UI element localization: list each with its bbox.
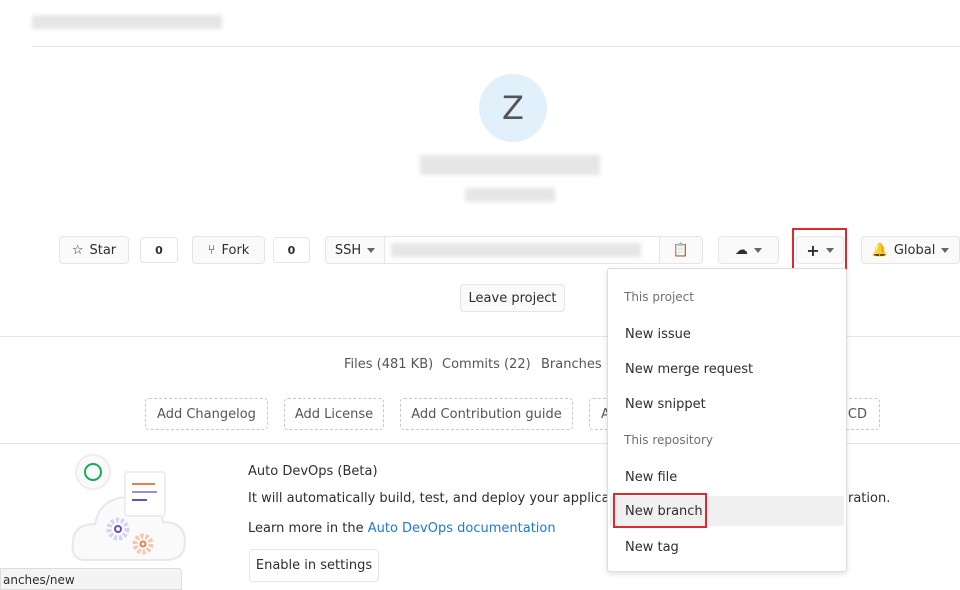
add-changelog-button[interactable]: Add Changelog bbox=[145, 398, 268, 430]
branches-link[interactable]: Branches ( bbox=[541, 357, 611, 372]
menu-item-new-issue[interactable]: New issue bbox=[610, 319, 844, 349]
menu-item-new-file[interactable]: New file bbox=[610, 462, 844, 492]
project-description bbox=[465, 188, 555, 202]
project-name bbox=[420, 155, 600, 175]
clipboard-icon: 📋 bbox=[672, 242, 690, 258]
chevron-down-icon bbox=[367, 247, 376, 253]
menu-item-new-merge-request[interactable]: New merge request bbox=[610, 354, 844, 384]
breadcrumb bbox=[32, 15, 222, 29]
download-button[interactable]: ☁ bbox=[718, 236, 779, 264]
add-license-button[interactable]: Add License bbox=[284, 398, 384, 430]
chevron-down-icon bbox=[941, 247, 950, 253]
highlight-box bbox=[792, 228, 847, 270]
files-link[interactable]: Files (481 KB) bbox=[344, 357, 433, 372]
menu-header-project: This project bbox=[624, 290, 694, 304]
notification-button[interactable]: 🔔 Global bbox=[861, 236, 960, 264]
copy-url-button[interactable]: 📋 bbox=[659, 236, 703, 264]
fork-count[interactable]: 0 bbox=[273, 237, 310, 263]
bell-icon: 🔔 bbox=[871, 242, 888, 258]
divider bbox=[32, 46, 960, 47]
menu-item-new-snippet[interactable]: New snippet bbox=[610, 389, 844, 419]
auto-devops-docs-link[interactable]: Auto DevOps documentation bbox=[368, 521, 556, 536]
learn-more-text: Learn more in the Auto DevOps documentat… bbox=[248, 521, 556, 536]
add-contribution-guide-button[interactable]: Add Contribution guide bbox=[400, 398, 573, 430]
commits-link[interactable]: Commits (22) bbox=[442, 357, 531, 372]
fork-button[interactable]: ⑂ Fork bbox=[192, 236, 265, 264]
enable-in-settings-button[interactable]: Enable in settings bbox=[249, 549, 379, 582]
star-count[interactable]: 0 bbox=[140, 237, 178, 263]
highlight-box bbox=[613, 493, 707, 528]
cloud-download-icon: ☁ bbox=[735, 242, 748, 258]
auto-devops-title: Auto DevOps (Beta) bbox=[248, 464, 378, 479]
avatar: Z bbox=[479, 74, 547, 142]
clone-protocol-select[interactable]: SSH bbox=[325, 236, 385, 264]
star-button[interactable]: ☆ Star bbox=[59, 236, 129, 264]
chevron-down-icon bbox=[754, 247, 762, 253]
leave-project-button[interactable]: Leave project bbox=[460, 284, 565, 312]
auto-devops-description-tail: ration. bbox=[848, 491, 891, 506]
star-icon: ☆ bbox=[71, 242, 84, 258]
auto-devops-description: It will automatically build, test, and d… bbox=[248, 491, 635, 506]
menu-item-new-tag[interactable]: New tag bbox=[610, 532, 844, 562]
auto-devops-illustration bbox=[71, 454, 187, 561]
clone-url-input[interactable] bbox=[384, 236, 660, 264]
fork-icon: ⑂ bbox=[207, 242, 216, 258]
menu-header-repository: This repository bbox=[624, 433, 714, 447]
